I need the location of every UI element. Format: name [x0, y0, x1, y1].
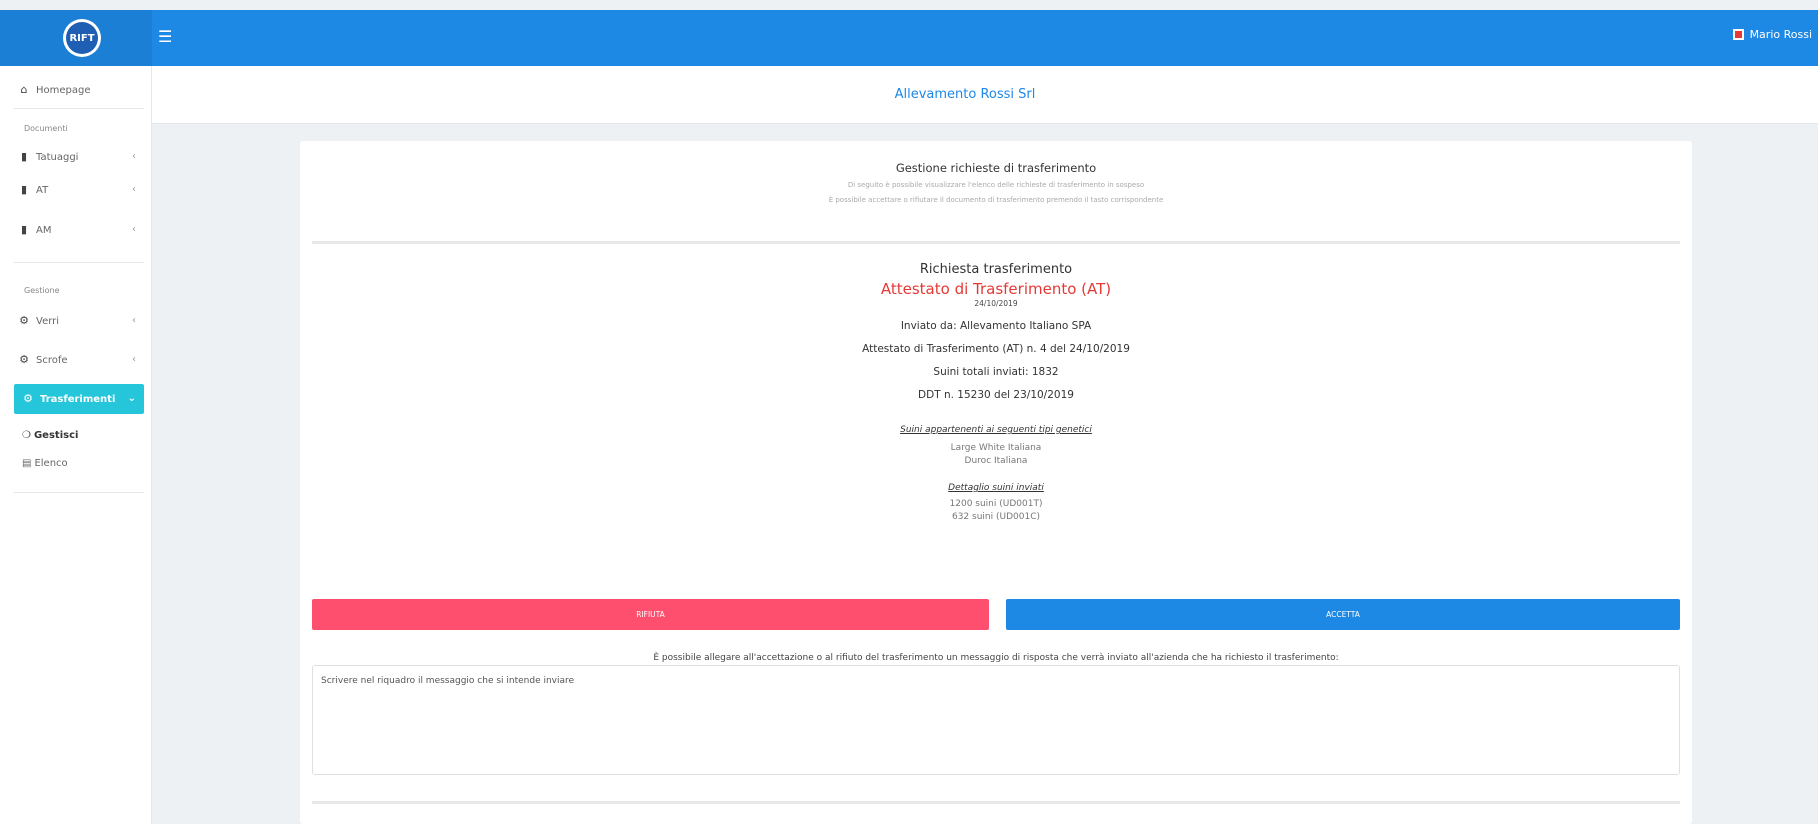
sidebar-item-label: Homepage: [36, 84, 91, 96]
logo-text: RIFT: [66, 22, 98, 54]
sidebar-item-homepage[interactable]: ⌂ Homepage: [0, 78, 152, 102]
request-document: Attestato di Trasferimento (AT) n. 4 del…: [862, 343, 1130, 355]
request-details: Richiesta trasferimento Attestato di Tra…: [300, 262, 1692, 522]
chevron-left-icon: ‹: [132, 184, 136, 195]
sidebar-divider: [14, 492, 144, 493]
company-name: Allevamento Rossi Srl: [894, 87, 1036, 102]
list-icon: ▤: [22, 458, 32, 469]
details-heading: Dettaglio suini inviati: [948, 483, 1044, 493]
sidebar-item-label: Tatuaggi: [36, 151, 79, 163]
page-title: Gestione richieste di trasferimento: [895, 161, 1097, 175]
flag-icon: [1732, 29, 1744, 40]
request-date: 24/10/2019: [974, 299, 1018, 308]
gear-icon: ⚙: [19, 353, 29, 366]
sidebar-item-label: Scrofe: [36, 354, 68, 366]
message-label: È possibile allegare all'accettazione o …: [653, 653, 1339, 663]
sidebar-item-trasferimenti[interactable]: ⚙ Trasferimenti ⌄: [14, 384, 144, 414]
sidebar-item-label: Verri: [36, 315, 60, 327]
card-header: Gestione richieste di trasferimento Di s…: [300, 161, 1692, 204]
gear-icon: ⚙: [23, 392, 33, 405]
company-header: Allevamento Rossi Srl: [152, 66, 1818, 124]
request-ddt: DDT n. 15230 del 23/10/2019: [918, 389, 1074, 401]
sidebar-item-tatuaggi[interactable]: ▮ Tatuaggi ‹: [0, 145, 152, 169]
document-icon: ▮: [20, 223, 28, 236]
sidebar-item-label: AM: [36, 224, 52, 236]
transfer-request-card: Gestione richieste di trasferimento Di s…: [300, 141, 1692, 824]
request-type: Attestato di Trasferimento (AT): [880, 280, 1112, 298]
message-textarea[interactable]: [312, 665, 1680, 775]
request-heading: Richiesta trasferimento: [919, 262, 1073, 277]
top-navbar: RIFT ☰ Mario Rossi: [0, 10, 1818, 66]
chevron-down-icon: ⌄: [127, 393, 136, 404]
sidebar-section-documenti: Documenti: [24, 124, 68, 133]
detail-item: 632 suini (UD001C): [951, 512, 1040, 522]
sidebar-item-scrofe[interactable]: ⚙ Scrofe ‹: [0, 348, 152, 372]
sidebar: ⌂ Homepage Documenti ▮ Tatuaggi ‹ ▮ AT ‹…: [0, 66, 152, 824]
user-menu[interactable]: Mario Rossi: [1732, 28, 1812, 41]
sidebar-item-verri[interactable]: ⚙ Verri ‹: [0, 309, 152, 333]
circle-icon: ❍: [22, 430, 31, 441]
detail-item: 1200 suini (UD001T): [949, 499, 1043, 509]
logo-area: RIFT: [0, 10, 152, 66]
sidebar-item-label: AT: [36, 184, 49, 196]
divider: [312, 241, 1680, 244]
chevron-left-icon: ‹: [132, 151, 136, 162]
sidebar-subitem-label: Gestisci: [33, 430, 79, 441]
sidebar-item-at[interactable]: ▮ AT ‹: [0, 178, 152, 202]
sidebar-item-label: Trasferimenti: [40, 393, 116, 405]
chevron-left-icon: ‹: [132, 224, 136, 235]
request-total-pigs: Suini totali inviati: 1832: [933, 366, 1059, 378]
chevron-left-icon: ‹: [132, 354, 136, 365]
genetic-types-heading: Suini appartenenti ai seguenti tipi gene…: [900, 425, 1092, 435]
document-icon: ▮: [20, 183, 28, 196]
hamburger-icon[interactable]: ☰: [158, 28, 176, 46]
sidebar-subitem-elenco[interactable]: ▤ Elenco: [22, 458, 68, 469]
home-icon: ⌂: [20, 83, 28, 96]
divider: [312, 801, 1680, 804]
document-icon: ▮: [20, 150, 28, 163]
sidebar-section-gestione: Gestione: [24, 286, 60, 295]
sidebar-subitem-label: Elenco: [34, 458, 68, 469]
page-subtitle: Di seguito è possibile visualizzare l'el…: [847, 181, 1145, 189]
user-name: Mario Rossi: [1749, 28, 1812, 41]
sidebar-divider: [14, 262, 144, 263]
gear-icon: ⚙: [19, 314, 29, 327]
request-sender: Inviato da: Allevamento Italiano SPA: [900, 320, 1092, 332]
genetic-type-item: Duroc Italiana: [964, 456, 1028, 466]
app-logo[interactable]: RIFT: [63, 19, 101, 57]
refuse-button[interactable]: RIFIUTA: [312, 599, 989, 630]
accept-button[interactable]: ACCETTA: [1006, 599, 1680, 630]
sidebar-divider: [14, 108, 144, 109]
chevron-left-icon: ‹: [132, 315, 136, 326]
genetic-type-item: Large White Italiana: [950, 443, 1042, 453]
sidebar-item-am[interactable]: ▮ AM ‹: [0, 218, 152, 242]
page-subtitle: È possibile accettare o rifiutare il doc…: [828, 196, 1164, 204]
sidebar-subitem-gestisci[interactable]: ❍ Gestisci: [22, 430, 78, 441]
